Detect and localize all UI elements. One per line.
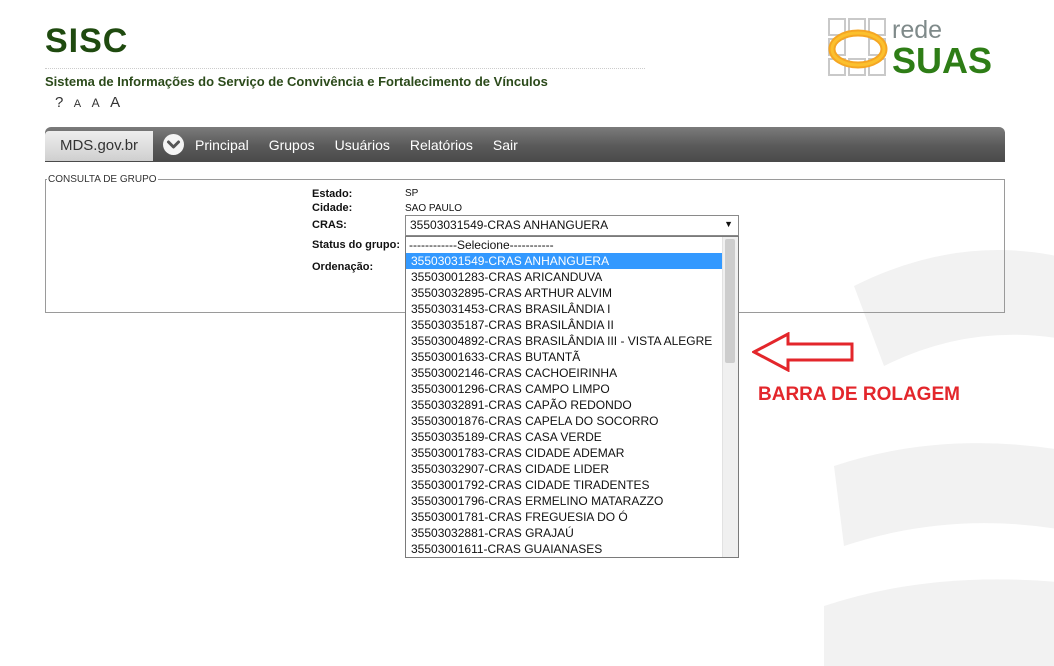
cras-option[interactable]: 35503001781-CRAS FREGUESIA DO Ó [406,509,722,525]
fieldset-legend: CONSULTA DE GRUPO [47,174,158,185]
suas-emblem-icon [828,18,888,76]
nav-item-grupos[interactable]: Grupos [269,137,315,153]
estado-value: SP [405,188,419,199]
cras-option[interactable]: 35503031549-CRAS ANHANGUERA [406,253,722,269]
annotation-label: BARRA DE ROLAGEM [758,384,960,405]
cras-option[interactable]: 35503001611-CRAS GUAIANASES [406,541,722,557]
app-subtitle: Sistema de Informações do Serviço de Con… [45,74,548,89]
left-arrow-annotation-icon [752,332,854,372]
font-large-button[interactable]: A [110,94,120,111]
cras-option[interactable]: 35503004892-CRAS BRASILÂNDIA III - VISTA… [406,333,722,349]
cras-option[interactable]: 35503032891-CRAS CAPÃO REDONDO [406,397,722,413]
cidade-value: SAO PAULO [405,203,463,214]
cras-option[interactable]: 35503001792-CRAS CIDADE TIRADENTES [406,477,722,493]
cras-option[interactable]: 35503035187-CRAS BRASILÂNDIA II [406,317,722,333]
cras-options-list: ------------Selecione----------- 35503031… [405,236,739,558]
cras-option[interactable]: 35503001783-CRAS CIDADE ADEMAR [406,445,722,461]
nav-menu: Principal Grupos Usuários Relatórios Sai… [195,127,538,162]
cras-option[interactable]: 35503002146-CRAS CACHOEIRINHA [406,365,722,381]
chevron-down-icon [167,140,180,149]
cras-select-value: 35503031549-CRAS ANHANGUERA [410,218,609,232]
cras-option[interactable]: 35503001633-CRAS BUTANTÃ [406,349,722,365]
cras-option[interactable]: 35503001876-CRAS CAPELA DO SOCORRO [406,413,722,429]
rede-suas-logo: rede SUAS [826,16,1016,81]
dropdown-arrow-icon: ▼ [724,219,733,229]
accessibility-tools: ? A A A [55,94,126,112]
cras-option[interactable]: 35503001796-CRAS ERMELINO MATARAZZO [406,493,722,509]
estado-label: Estado: [312,188,353,200]
cras-option[interactable]: 35503032895-CRAS ARTHUR ALVIM [406,285,722,301]
cras-option[interactable]: 35503032907-CRAS CIDADE LIDER [406,461,722,477]
mds-brand-link[interactable]: MDS.gov.br [45,131,153,161]
cras-select[interactable]: 35503031549-CRAS ANHANGUERA ▼ [405,215,739,236]
font-medium-button[interactable]: A [92,96,100,110]
logo-suas-text: SUAS [892,40,993,81]
option-placeholder[interactable]: ------------Selecione----------- [406,237,722,253]
nav-item-usuarios[interactable]: Usuários [335,137,390,153]
main-navbar: MDS.gov.br Principal Grupos Usuários Rel… [45,127,1005,162]
nav-item-relatorios[interactable]: Relatórios [410,137,473,153]
help-button[interactable]: ? [55,94,63,111]
nav-menu-toggle[interactable] [163,134,184,155]
header-divider [45,68,645,69]
font-small-button[interactable]: A [74,98,81,110]
status-label: Status do grupo: [312,239,400,251]
cras-option[interactable]: 35503001296-CRAS CAMPO LIMPO [406,381,722,397]
scrollbar-thumb[interactable] [725,239,735,363]
cidade-label: Cidade: [312,202,353,214]
cras-option[interactable]: 35503001283-CRAS ARICANDUVA [406,269,722,285]
options-scrollbar[interactable] [722,237,738,557]
cras-option[interactable]: 35503035189-CRAS CASA VERDE [406,429,722,445]
cras-option[interactable]: 35503032881-CRAS GRAJAÚ [406,525,722,541]
cras-option[interactable]: 35503031453-CRAS BRASILÂNDIA I [406,301,722,317]
nav-item-sair[interactable]: Sair [493,137,518,153]
app-title: SISC [45,22,129,60]
cras-label: CRAS: [312,219,347,231]
nav-item-principal[interactable]: Principal [195,137,249,153]
ordenacao-label: Ordenação: [312,261,374,273]
